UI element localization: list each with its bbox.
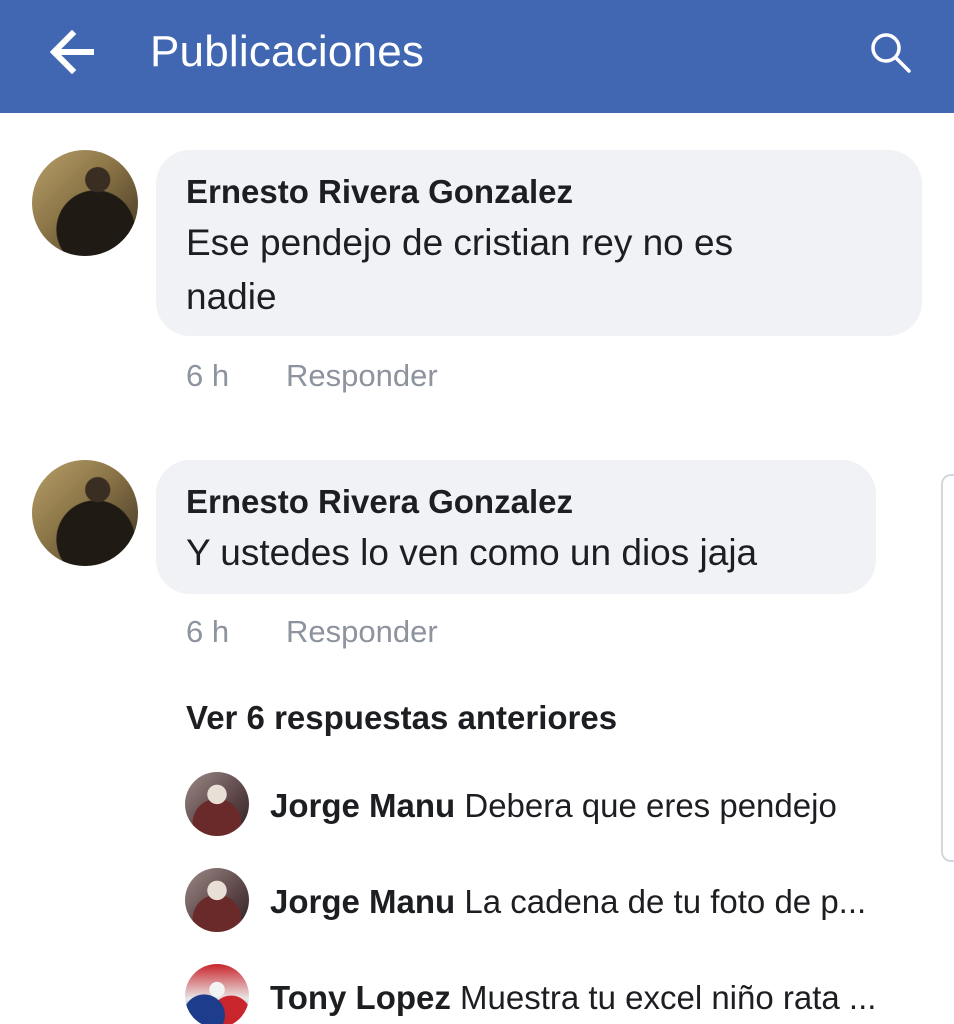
reply-preview[interactable]: Tony Lopez Muestra tu excel niño rata ..…: [270, 978, 876, 1018]
comment-text-line: Ese pendejo de cristian rey no es: [186, 222, 734, 263]
comment-bubble: Ernesto Rivera Gonzalez Ese pendejo de c…: [156, 150, 922, 336]
comment-timestamp: 6 h: [186, 358, 230, 393]
comment-bubble: Ernesto Rivera Gonzalez Y ustedes lo ven…: [156, 460, 876, 594]
view-previous-replies-link[interactable]: Ver 6 respuestas anteriores: [186, 698, 617, 738]
reply-author[interactable]: Tony Lopez: [270, 979, 460, 1016]
search-icon: [871, 33, 911, 73]
reply-preview[interactable]: Jorge Manu La cadena de tu foto de p...: [270, 882, 866, 922]
reply-author[interactable]: Jorge Manu: [270, 787, 464, 824]
search-button[interactable]: [866, 28, 914, 76]
page-title: Publicaciones: [150, 27, 425, 76]
avatar[interactable]: [32, 150, 138, 256]
reply-link[interactable]: Responder: [286, 614, 438, 650]
comment-author[interactable]: Ernesto Rivera Gonzalez: [186, 482, 573, 522]
avatar[interactable]: [185, 868, 249, 932]
top-app-bar: Publicaciones: [0, 0, 954, 113]
avatar[interactable]: [185, 964, 249, 1024]
arrow-left-icon: [49, 29, 94, 75]
back-button[interactable]: [49, 29, 98, 75]
reply-link[interactable]: Responder: [286, 358, 438, 394]
reply-text: Muestra tu excel niño rata ...: [460, 979, 877, 1016]
comment-text-line: Y ustedes lo ven como un dios jaja: [186, 532, 758, 573]
reply-text: La cadena de tu foto de p...: [464, 883, 867, 920]
side-panel-edge: [941, 474, 954, 862]
reply-text: Debera que eres pendejo: [464, 787, 837, 824]
comment-author[interactable]: Ernesto Rivera Gonzalez: [186, 172, 573, 212]
comment-timestamp: 6 h: [186, 614, 230, 649]
avatar[interactable]: [185, 772, 249, 836]
reply-preview[interactable]: Jorge Manu Debera que eres pendejo: [270, 786, 837, 826]
reply-author[interactable]: Jorge Manu: [270, 883, 464, 920]
avatar[interactable]: [32, 460, 138, 566]
comment-text-line: nadie: [186, 276, 277, 317]
